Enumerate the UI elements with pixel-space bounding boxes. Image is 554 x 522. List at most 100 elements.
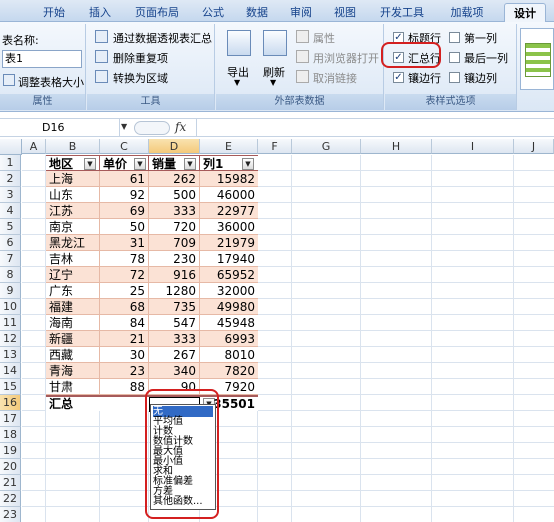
banded-rows-checkbox[interactable]: ✓: [393, 72, 404, 83]
remove-duplicates-button[interactable]: 删除重复项: [113, 50, 168, 66]
row-header[interactable]: 1: [0, 155, 21, 171]
tab-formulas[interactable]: 公式: [193, 3, 233, 22]
region-cell[interactable]: 甘肃: [46, 379, 100, 395]
row-header[interactable]: 21: [0, 475, 21, 491]
unit-price-cell[interactable]: 72: [100, 267, 149, 283]
sales-cell[interactable]: 230: [149, 251, 200, 267]
fx-icon[interactable]: fx: [175, 120, 186, 134]
sales-filter-dropdown-icon[interactable]: ▼: [184, 158, 196, 170]
region-cell[interactable]: 黑龙江: [46, 235, 100, 251]
unit-price-cell[interactable]: 84: [100, 315, 149, 331]
sales-cell[interactable]: 333: [149, 203, 200, 219]
formula-bar-toggle[interactable]: [134, 121, 170, 135]
table-style-swatch[interactable]: [525, 43, 551, 77]
col1-cell[interactable]: 46000: [200, 187, 258, 203]
formula-input[interactable]: [196, 119, 554, 137]
open-in-browser-button[interactable]: 用浏览器打开: [313, 50, 379, 66]
sales-cell[interactable]: 500: [149, 187, 200, 203]
row-header[interactable]: 13: [0, 347, 21, 363]
table-style-gallery[interactable]: [520, 28, 554, 90]
row-header[interactable]: 2: [0, 171, 21, 187]
tab-insert[interactable]: 插入: [80, 3, 120, 22]
column-header-b[interactable]: B: [46, 139, 100, 154]
col1-filter-dropdown-icon[interactable]: ▼: [242, 158, 254, 170]
col1-cell[interactable]: 36000: [200, 219, 258, 235]
region-cell[interactable]: 青海: [46, 363, 100, 379]
tab-view[interactable]: 视图: [325, 3, 365, 22]
sales-cell[interactable]: 1280: [149, 283, 200, 299]
row-header[interactable]: 22: [0, 491, 21, 507]
sales-cell[interactable]: 267: [149, 347, 200, 363]
col1-cell[interactable]: 49980: [200, 299, 258, 315]
properties-button[interactable]: 属性: [313, 30, 335, 46]
select-all-corner[interactable]: [0, 139, 22, 155]
row-header[interactable]: 20: [0, 459, 21, 475]
unit-price-cell[interactable]: 78: [100, 251, 149, 267]
price-filter-dropdown-icon[interactable]: ▼: [134, 158, 146, 170]
row-header[interactable]: 14: [0, 363, 21, 379]
col1-cell[interactable]: 7820: [200, 363, 258, 379]
row-header[interactable]: 8: [0, 267, 21, 283]
row-header[interactable]: 17: [0, 411, 21, 427]
row-header[interactable]: 18: [0, 427, 21, 443]
col1-cell[interactable]: 21979: [200, 235, 258, 251]
column-header-f[interactable]: F: [258, 139, 292, 154]
tab-home[interactable]: 开始: [30, 3, 78, 22]
region-cell[interactable]: 辽宁: [46, 267, 100, 283]
sales-cell[interactable]: 735: [149, 299, 200, 315]
region-cell[interactable]: 海南: [46, 315, 100, 331]
pivot-summary-button[interactable]: 通过数据透视表汇总: [113, 30, 212, 46]
sales-cell[interactable]: 916: [149, 267, 200, 283]
resize-table-button[interactable]: 调整表格大小: [18, 74, 84, 90]
unit-price-cell[interactable]: 92: [100, 187, 149, 203]
column-header-a[interactable]: A: [22, 139, 46, 154]
column-header-j[interactable]: J: [514, 139, 554, 154]
sales-cell[interactable]: 547: [149, 315, 200, 331]
row-header[interactable]: 11: [0, 315, 21, 331]
col1-cell[interactable]: 65952: [200, 267, 258, 283]
row-header[interactable]: 6: [0, 235, 21, 251]
unit-price-cell[interactable]: 25: [100, 283, 149, 299]
row-header[interactable]: 3: [0, 187, 21, 203]
region-filter-dropdown-icon[interactable]: ▼: [84, 158, 96, 170]
unit-price-cell[interactable]: 31: [100, 235, 149, 251]
row-header[interactable]: 9: [0, 283, 21, 299]
region-cell[interactable]: 山东: [46, 187, 100, 203]
region-cell[interactable]: 广东: [46, 283, 100, 299]
tab-review[interactable]: 审阅: [281, 3, 321, 22]
column-header-g[interactable]: G: [292, 139, 361, 154]
row-header[interactable]: 15: [0, 379, 21, 395]
unit-price-cell[interactable]: 50: [100, 219, 149, 235]
unlink-button[interactable]: 取消链接: [313, 70, 357, 86]
column-header-i[interactable]: I: [432, 139, 514, 154]
tab-developer[interactable]: 开发工具: [369, 3, 435, 22]
row-header[interactable]: 7: [0, 251, 21, 267]
sales-cell[interactable]: 340: [149, 363, 200, 379]
sales-cell[interactable]: 333: [149, 331, 200, 347]
unit-price-cell[interactable]: 88: [100, 379, 149, 395]
banded-columns-checkbox[interactable]: [449, 72, 460, 83]
unit-price-cell[interactable]: 68: [100, 299, 149, 315]
first-column-checkbox[interactable]: [449, 32, 460, 43]
col1-cell[interactable]: 17940: [200, 251, 258, 267]
row-header[interactable]: 12: [0, 331, 21, 347]
tab-data[interactable]: 数据: [237, 3, 277, 22]
tab-page-layout[interactable]: 页面布局: [124, 3, 190, 22]
row-header[interactable]: 4: [0, 203, 21, 219]
convert-to-range-button[interactable]: 转换为区域: [113, 70, 168, 86]
row-header[interactable]: 5: [0, 219, 21, 235]
col1-cell[interactable]: 45948: [200, 315, 258, 331]
unit-price-cell[interactable]: 23: [100, 363, 149, 379]
column-header-e[interactable]: E: [200, 139, 258, 154]
col1-cell[interactable]: 15982: [200, 171, 258, 187]
tab-design[interactable]: 设计: [504, 3, 546, 22]
region-cell[interactable]: 南京: [46, 219, 100, 235]
col1-cell[interactable]: 22977: [200, 203, 258, 219]
name-box-dropdown-icon[interactable]: ▼: [121, 122, 127, 131]
col1-cell[interactable]: 32000: [200, 283, 258, 299]
column-header-c[interactable]: C: [100, 139, 149, 154]
sales-cell[interactable]: 720: [149, 219, 200, 235]
unit-price-cell[interactable]: 61: [100, 171, 149, 187]
row-header[interactable]: 16: [0, 395, 21, 411]
unit-price-cell[interactable]: 69: [100, 203, 149, 219]
